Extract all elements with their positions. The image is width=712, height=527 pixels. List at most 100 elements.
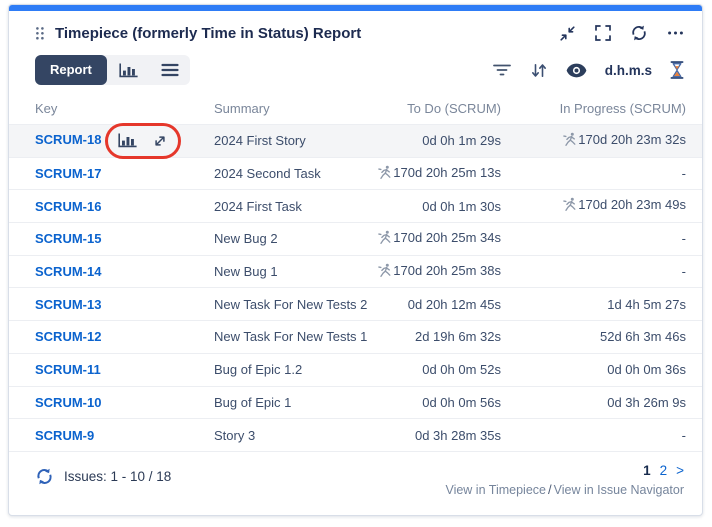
inprogress-cell: 1d 4h 5m 27s (501, 297, 686, 312)
link-separator: / (546, 482, 554, 497)
todo-cell: 2d 19h 6m 32s (341, 329, 501, 344)
report-view-button[interactable]: Report (35, 55, 107, 85)
minimize-icon[interactable] (559, 25, 576, 42)
key-cell: SCRUM-15 (35, 231, 214, 246)
drag-handle-icon[interactable] (35, 26, 45, 41)
page-1-button[interactable]: 1 (643, 463, 651, 478)
inprogress-cell: 170d 20h 23m 32s (501, 132, 686, 150)
table-row: SCRUM-10 Bug of Epic 10d 0h 0m 56s0d 3h 2… (9, 387, 702, 420)
footer-issue-count: Issues: 1 - 10 / 18 (35, 467, 171, 486)
issue-key-link[interactable]: SCRUM-9 (35, 428, 94, 443)
duration-format-label[interactable]: d.h.m.s (605, 63, 652, 78)
table-body: SCRUM-182024 First Story0d 0h 1m 29s170d… (9, 125, 702, 452)
page-2-button[interactable]: 2 (660, 463, 668, 478)
eye-icon[interactable] (566, 63, 587, 78)
summary-cell: 2024 First Task (214, 199, 341, 214)
todo-cell: 170d 20h 25m 38s (341, 263, 501, 281)
table-row: SCRUM-14New Bug 1170d 20h 25m 38s- (9, 256, 702, 289)
view-in-issue-navigator-link[interactable]: View in Issue Navigator (554, 483, 684, 497)
filter-icon[interactable] (492, 63, 512, 77)
row-actions (117, 132, 168, 149)
key-cell: SCRUM-9 (35, 428, 214, 443)
column-header-inprogress[interactable]: In Progress (SCRUM) (501, 101, 686, 116)
issue-key-link[interactable]: SCRUM-11 (35, 362, 101, 377)
next-page-button[interactable]: > (676, 463, 684, 478)
inprogress-cell: - (501, 428, 686, 443)
refresh-issues-icon[interactable] (35, 467, 54, 486)
issue-key-link[interactable]: SCRUM-17 (35, 166, 101, 181)
key-cell: SCRUM-11 (35, 362, 214, 377)
issue-key-link[interactable]: SCRUM-10 (35, 395, 101, 410)
view-in-timepiece-link[interactable]: View in Timepiece (445, 483, 546, 497)
inprogress-cell: 52d 6h 3m 46s (501, 329, 686, 344)
refresh-icon[interactable] (630, 24, 648, 42)
key-cell: SCRUM-12 (35, 329, 214, 344)
summary-cell: 2024 Second Task (214, 166, 341, 181)
summary-cell: New Bug 2 (214, 231, 341, 246)
todo-cell: 0d 20h 12m 45s (341, 297, 501, 312)
column-header-summary[interactable]: Summary (214, 101, 341, 116)
inprogress-cell: - (501, 231, 686, 246)
column-header-key[interactable]: Key (35, 101, 214, 116)
column-header-todo[interactable]: To Do (SCRUM) (341, 101, 501, 116)
bar-chart-icon[interactable] (117, 132, 138, 149)
summary-cell: 2024 First Story (214, 133, 341, 148)
gadget-title: Timepiece (formerly Time in Status) Repo… (55, 25, 559, 42)
sort-icon[interactable] (530, 62, 548, 79)
key-cell: SCRUM-14 (35, 264, 214, 279)
hourglass-icon[interactable] (670, 61, 684, 79)
footer-right: 1 2 > View in Timepiece/View in Issue Na… (445, 463, 684, 515)
running-status-icon (377, 230, 392, 248)
todo-cell: 0d 0h 1m 30s (341, 199, 501, 214)
pagination: 1 2 > (643, 463, 684, 478)
issue-key-link[interactable]: SCRUM-13 (35, 297, 101, 312)
more-options-icon[interactable] (667, 30, 684, 36)
table-row: SCRUM-182024 First Story0d 0h 1m 29s170d… (9, 125, 702, 158)
timepiece-gadget-card: Timepiece (formerly Time in Status) Repo… (8, 4, 703, 516)
todo-cell: 0d 3h 28m 35s (341, 428, 501, 443)
issue-key-link[interactable]: SCRUM-12 (35, 329, 101, 344)
inprogress-cell: 0d 3h 26m 9s (501, 395, 686, 410)
issues-count-label: Issues: 1 - 10 / 18 (64, 469, 171, 484)
table-row: SCRUM-15 New Bug 2170d 20h 25m 34s- (9, 223, 702, 256)
table-row: SCRUM-12 New Task For New Tests 12d 19h 6… (9, 321, 702, 354)
key-cell: SCRUM-18 (35, 132, 214, 149)
inprogress-cell: 0d 0h 0m 36s (501, 362, 686, 377)
fullscreen-icon[interactable] (595, 25, 611, 41)
summary-cell: Bug of Epic 1 (214, 395, 341, 410)
key-cell: SCRUM-10 (35, 395, 214, 410)
view-switcher: Report (35, 55, 190, 85)
toolbar-right-actions: d.h.m.s (492, 61, 684, 79)
table-row: SCRUM-11 Bug of Epic 1.20d 0h 0m 52s0d 0h… (9, 354, 702, 387)
gadget-header-actions (559, 24, 684, 42)
gadget-footer: Issues: 1 - 10 / 18 1 2 > View in Timepi… (9, 452, 702, 515)
key-cell: SCRUM-17 (35, 166, 214, 181)
issue-key-link[interactable]: SCRUM-16 (35, 199, 101, 214)
running-status-icon (562, 132, 577, 150)
table-row: SCRUM-13New Task For New Tests 20d 20h 1… (9, 288, 702, 321)
issue-key-link[interactable]: SCRUM-14 (35, 264, 101, 279)
key-cell: SCRUM-16 (35, 199, 214, 214)
chart-view-button[interactable] (107, 55, 150, 85)
inprogress-cell: - (501, 166, 686, 181)
key-cell: SCRUM-13 (35, 297, 214, 312)
gadget-toolbar: Report (9, 47, 702, 92)
issue-key-link[interactable]: SCRUM-18 (35, 132, 101, 147)
todo-cell: 0d 0h 0m 52s (341, 362, 501, 377)
issue-key-link[interactable]: SCRUM-15 (35, 231, 101, 246)
table-row: SCRUM-17 2024 Second Task170d 20h 25m 13s… (9, 158, 702, 191)
footer-links: View in Timepiece/View in Issue Navigato… (445, 482, 684, 497)
table-row: SCRUM-9 Story 30d 3h 28m 35s- (9, 419, 702, 452)
running-status-icon (377, 263, 392, 281)
summary-cell: Bug of Epic 1.2 (214, 362, 341, 377)
list-view-button[interactable] (150, 55, 190, 85)
table-row: SCRUM-162024 First Task0d 0h 1m 30s170d … (9, 190, 702, 223)
running-status-icon (562, 197, 577, 215)
todo-cell: 170d 20h 25m 13s (341, 165, 501, 183)
running-status-icon (377, 165, 392, 183)
todo-cell: 0d 0h 0m 56s (341, 395, 501, 410)
expand-icon[interactable] (152, 133, 168, 149)
summary-cell: Story 3 (214, 428, 341, 443)
todo-cell: 170d 20h 25m 34s (341, 230, 501, 248)
summary-cell: New Task For New Tests 1 (214, 329, 341, 344)
